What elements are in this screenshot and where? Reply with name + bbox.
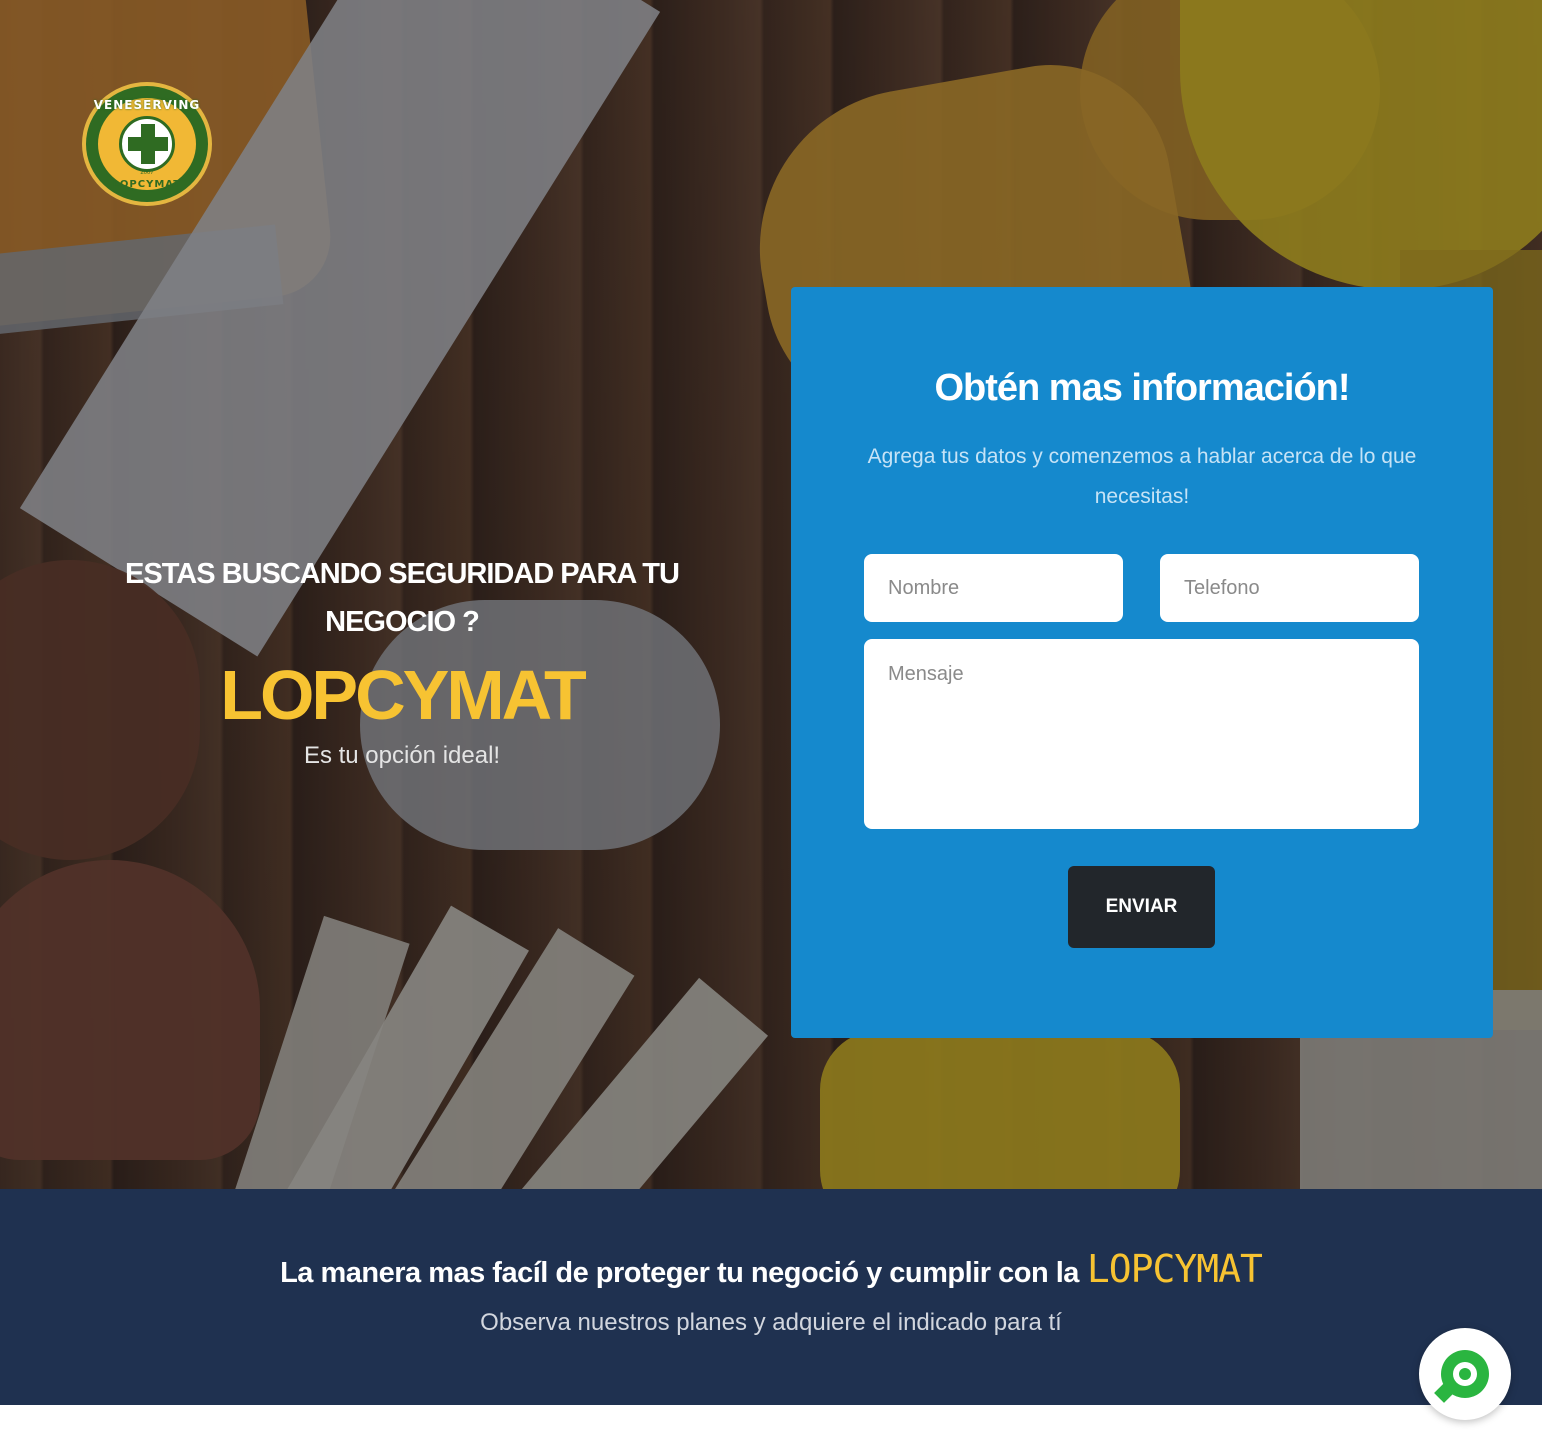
name-input[interactable] — [864, 554, 1123, 622]
form-subtitle: Agrega tus datos y comenzemos a hablar a… — [867, 445, 1417, 508]
contact-form: Obtén mas información! Agrega tus datos … — [791, 287, 1493, 1038]
message-textarea[interactable] — [864, 639, 1419, 829]
hero-brand: LOPCYMAT — [220, 656, 587, 734]
whatsapp-icon-tail — [1434, 1383, 1454, 1403]
band-title: La manera mas facíl de proteger tu negoc… — [0, 1247, 1542, 1291]
plans-band: La manera mas facíl de proteger tu negoc… — [0, 1189, 1542, 1405]
whatsapp-button[interactable] — [1419, 1328, 1511, 1420]
logo-bottom-text: LOPCYMAT — [112, 179, 182, 190]
submit-button[interactable]: ENVIAR — [1068, 866, 1215, 948]
veneserving-logo[interactable]: VENESERVING 2007 LOPCYMAT — [82, 82, 212, 206]
whatsapp-icon-phone — [1453, 1362, 1477, 1386]
logo-top-text: VENESERVING — [93, 98, 201, 112]
band-brand: LOPCYMAT — [1086, 1247, 1263, 1291]
hero-text-block: ESTAS BUSCANDO SEGURIDAD PARA TU NEGOCIO… — [110, 550, 694, 770]
phone-input[interactable] — [1160, 554, 1419, 622]
hero-section: VENESERVING 2007 LOPCYMAT ESTAS BUSCANDO… — [0, 0, 1542, 1189]
form-title: Obtén mas información! — [934, 367, 1350, 409]
band-title-text: La manera mas facíl de proteger tu negoc… — [280, 1257, 1079, 1289]
green-cross-icon-bar — [128, 137, 168, 151]
hero-tagline: Es tu opción ideal! — [303, 742, 501, 769]
logo-year: 2007 — [140, 170, 154, 176]
hero-headline: ESTAS BUSCANDO SEGURIDAD PARA TU NEGOCIO… — [125, 558, 680, 638]
whatsapp-icon — [1434, 1350, 1489, 1403]
band-subtitle: Observa nuestros planes y adquiere el in… — [480, 1309, 1062, 1336]
